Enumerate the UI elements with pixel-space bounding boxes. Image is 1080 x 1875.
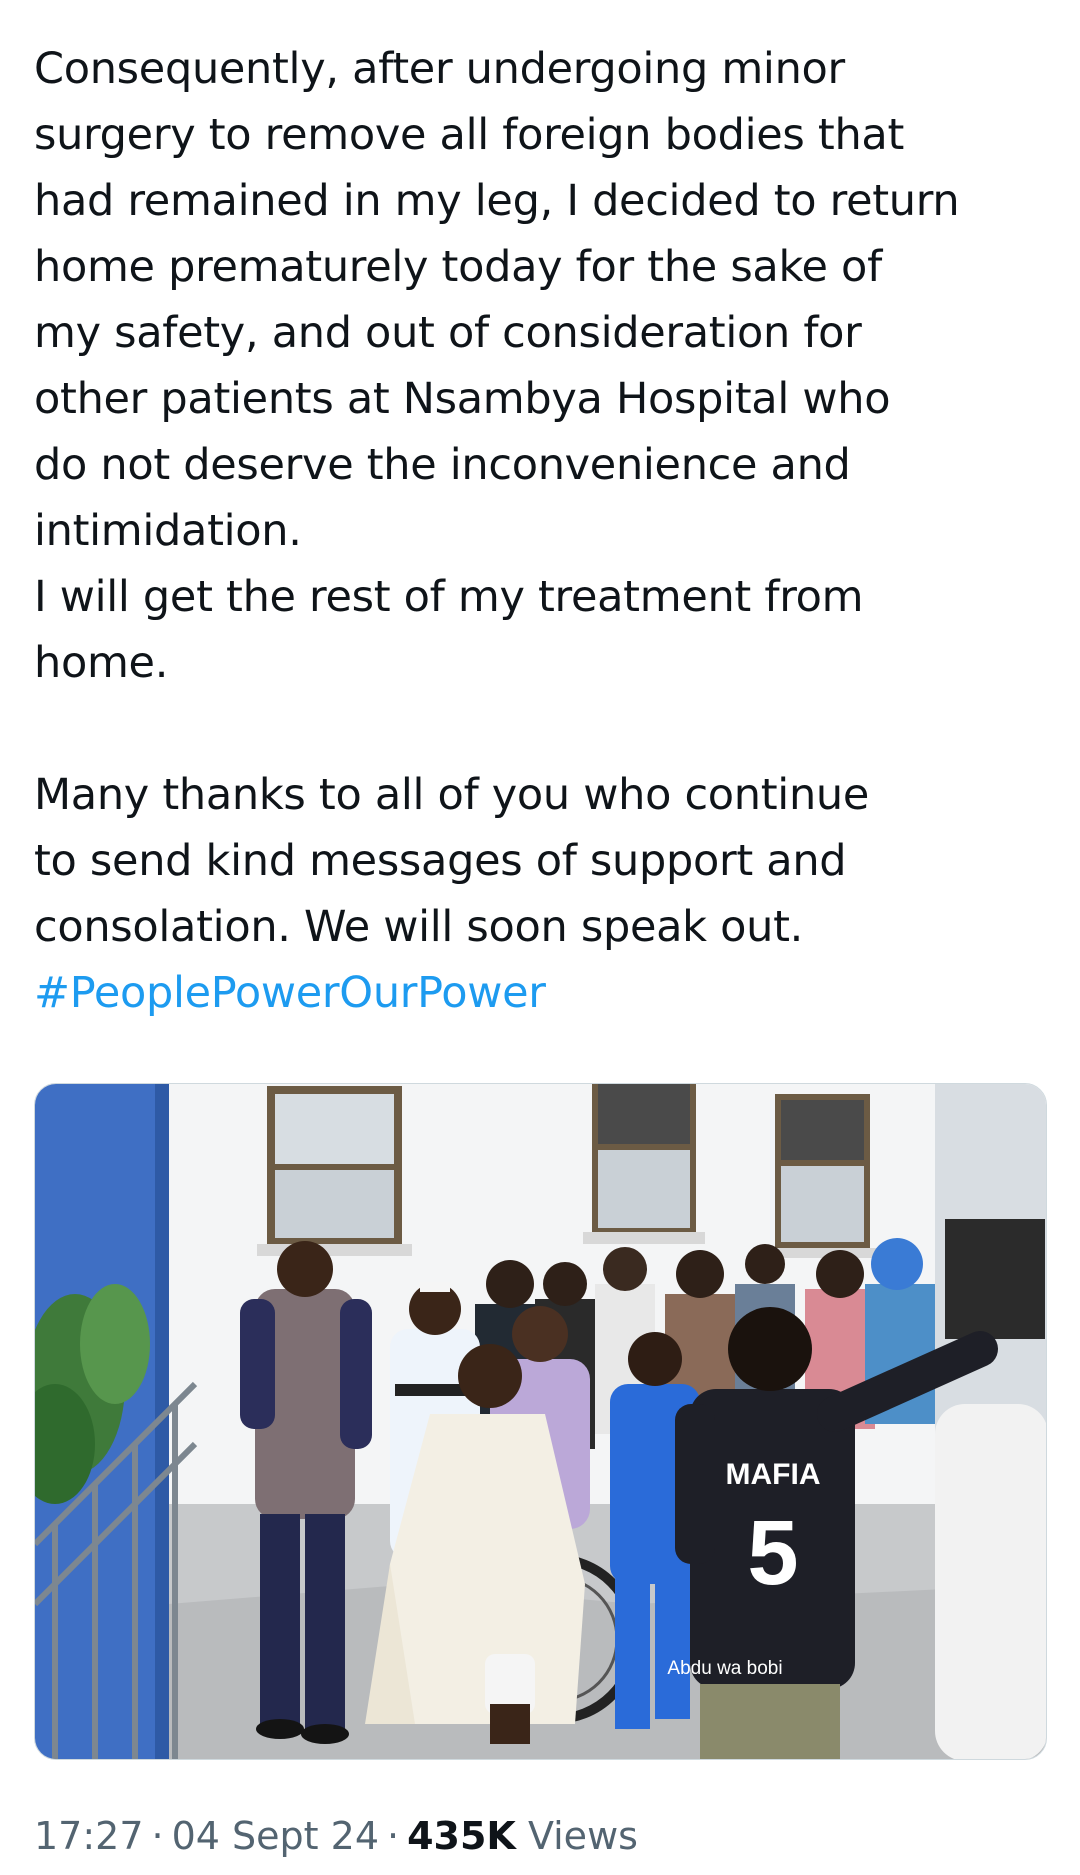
paragraph-break	[34, 696, 1044, 762]
tweet-text-line: to send kind messages of support and	[34, 836, 847, 886]
jersey-text: MAFIA	[726, 1458, 821, 1491]
photo-watermark: Abdu wa bobi	[667, 1658, 782, 1679]
tweet-text-line: I will get the rest of my treatment from	[34, 572, 864, 622]
tweet-photo[interactable]: MAFIA 5 Abdu wa bobi	[34, 1083, 1047, 1760]
tweet-text-line: other patients at Nsambya Hospital who	[34, 374, 891, 424]
tweet-text-line: had remained in my leg, I decided to ret…	[34, 176, 960, 226]
tweet-text-line: Many thanks to all of you who continue	[34, 770, 870, 820]
meta-separator: ·	[387, 1814, 400, 1858]
window-left	[257, 1086, 412, 1256]
tweet-text-line: surgery to remove all foreign bodies tha…	[34, 110, 905, 160]
window-middle	[583, 1084, 705, 1244]
tweet-text-line: do not deserve the inconvenience and	[34, 440, 851, 490]
tweet-text-line: consolation. We will soon speak out.	[34, 902, 804, 952]
tweet-meta: 17:27 · 04 Sept 24 · 435K Views	[34, 1812, 638, 1860]
views-count[interactable]: 435K	[407, 1814, 516, 1858]
tweet-text-line: home.	[34, 638, 169, 688]
tweet-time[interactable]: 17:27	[34, 1814, 144, 1858]
tweet-text-line: my safety, and out of consideration for	[34, 308, 862, 358]
hashtag-link[interactable]: #PeoplePowerOurPower	[34, 960, 1044, 1026]
tweet-date[interactable]: 04 Sept 24	[172, 1814, 379, 1858]
tweet-text: Consequently, after undergoing minor sur…	[34, 36, 1044, 1026]
tweet-text-line: Consequently, after undergoing minor	[34, 44, 845, 94]
tweet-text-line: home prematurely today for the sake of	[34, 242, 882, 292]
views-label: Views	[527, 1814, 638, 1858]
window-right	[767, 1094, 877, 1258]
photo-illustration: MAFIA 5 Abdu wa bobi	[35, 1084, 1046, 1759]
meta-separator: ·	[151, 1814, 164, 1858]
jersey-number: 5	[747, 1502, 798, 1604]
tweet-text-line: intimidation.	[34, 506, 302, 556]
man-right-edge	[935, 1404, 1046, 1759]
